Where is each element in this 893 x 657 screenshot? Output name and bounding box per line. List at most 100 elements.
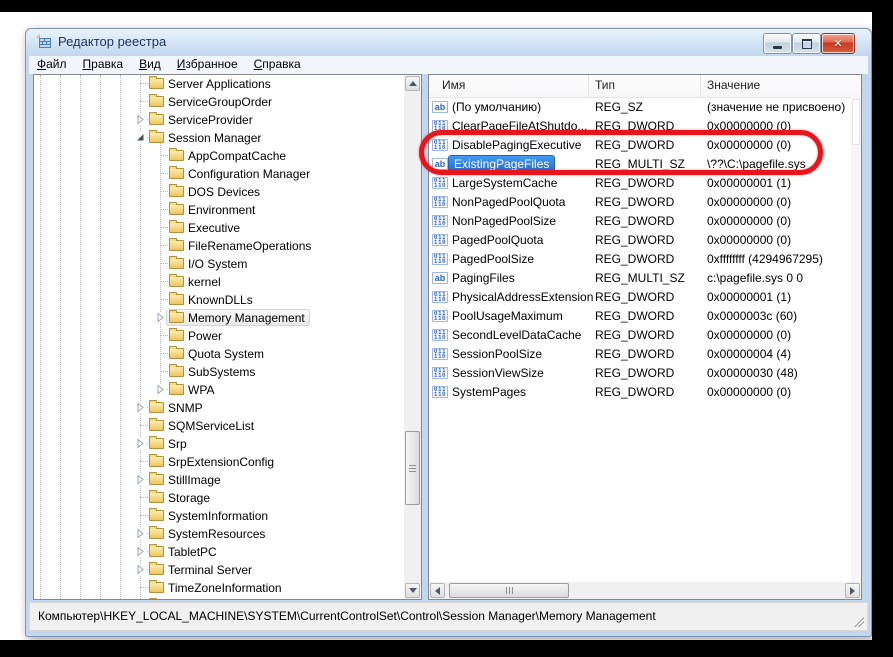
value-row-poolusagemaximum[interactable]: 011 110 PoolUsageMaximum REG_DWORD 0x0000003… [429, 307, 851, 326]
minimize-button[interactable] [763, 33, 792, 54]
value-name: SessionPoolSize [452, 347, 543, 361]
tree-vertical-scrollbar[interactable] [404, 75, 421, 599]
tree-item-snmp[interactable]: SNMP [146, 399, 208, 416]
tree-item-quota-system[interactable]: Quota System [166, 345, 269, 362]
scroll-up-button[interactable] [405, 76, 420, 91]
list-vertical-scrollbar[interactable] [851, 97, 861, 582]
tree-item-systeminformation[interactable]: SystemInformation [146, 507, 273, 524]
dword-value-icon: 011 110 [432, 329, 448, 341]
value-row-sessionpoolsize[interactable]: 011 110 SessionPoolSize REG_DWORD 0x00000004… [429, 345, 851, 364]
dword-value-icon: 011 110 [432, 348, 448, 360]
value-data: 0x00000000 (0) [707, 138, 792, 152]
value-name: PagingFiles [452, 271, 515, 285]
value-row-disablepagingexecutive[interactable]: 011 110 DisablePagingExecutive REG_DWORD 0x0… [429, 136, 851, 155]
tree-item-tabletpc[interactable]: TabletPC [146, 543, 222, 560]
tree-item-label: FileRenameOperations [188, 238, 312, 253]
tree-item-knowndlls[interactable]: KnownDLLs [166, 291, 258, 308]
folder-icon [149, 472, 164, 485]
list-scrollbar-thumb[interactable] [449, 583, 569, 598]
tree-item-configuration-manager[interactable]: Configuration Manager [166, 165, 315, 182]
tree-item-label: SNMP [168, 400, 203, 415]
folder-icon [169, 238, 184, 251]
tree-item-servicegrouporder[interactable]: ServiceGroupOrder [146, 93, 277, 110]
value-row-largesystemcache[interactable]: 011 110 LargeSystemCache REG_DWORD 0x0000000… [429, 174, 851, 193]
menu-item-4[interactable]: Справка [246, 56, 309, 74]
tree-item-storage[interactable]: Storage [146, 489, 215, 506]
expand-arrow-icon[interactable] [155, 384, 166, 395]
tree-scrollbar-thumb[interactable] [405, 431, 420, 505]
value-data: 0x00000000 (0) [707, 195, 792, 209]
column-header-0[interactable]: Имя [429, 75, 589, 97]
resize-grip[interactable] [852, 615, 864, 627]
folder-icon [149, 436, 164, 449]
value-type: REG_DWORD [595, 138, 675, 152]
tree-item-srpextensionconfig[interactable]: SrpExtensionConfig [146, 453, 279, 470]
arrow-left-icon [435, 586, 440, 595]
expand-arrow-icon[interactable] [155, 312, 166, 323]
tree-guide-line [80, 75, 82, 599]
value-row-physicaladdressextension[interactable]: 011 110 PhysicalAddressExtension REG_DWORD 0… [429, 288, 851, 307]
tree-item-memory-management[interactable]: Memory Management [166, 309, 310, 326]
menu-bar: Файл Правка Вид Избранное Справка [29, 56, 868, 74]
tree-item-wpa[interactable]: WPA [166, 381, 219, 398]
folder-icon [169, 166, 184, 179]
folder-icon [149, 76, 164, 89]
value-row-secondleveldatacache[interactable]: 011 110 SecondLevelDataCache REG_DWORD 0x000… [429, 326, 851, 345]
value-row-existingpagefiles[interactable]: ab ExistingPageFiles REG_MULTI_SZ \??\C:\pa… [429, 155, 851, 174]
expand-arrow-icon[interactable] [135, 474, 146, 485]
list-vscrollbar-thumb[interactable] [852, 99, 860, 145]
tree-item-srp[interactable]: Srp [146, 435, 192, 452]
value-name: NonPagedPoolQuota [452, 195, 566, 209]
tree-item-sqmservicelist[interactable]: SQMServiceList [146, 417, 259, 434]
value-row-pagedpoolquota[interactable]: 011 110 PagedPoolQuota REG_DWORD 0x00000000 … [429, 231, 851, 250]
value-row-pagingfiles[interactable]: ab PagingFiles REG_MULTI_SZ c:\pagefile.sys… [429, 269, 851, 288]
expand-arrow-icon[interactable] [135, 564, 146, 575]
tree-item-power[interactable]: Power [166, 327, 227, 344]
tree-item-appcompatcache[interactable]: AppCompatCache [166, 147, 291, 164]
expand-arrow-icon[interactable] [135, 402, 146, 413]
tree-item-systemresources[interactable]: SystemResources [146, 525, 270, 542]
expand-arrow-icon[interactable] [135, 528, 146, 539]
folder-icon [169, 148, 184, 161]
tree-item-filerenameoperations[interactable]: FileRenameOperations [166, 237, 316, 254]
expand-arrow-icon[interactable] [135, 438, 146, 449]
list-horizontal-scrollbar[interactable] [429, 582, 861, 599]
expand-arrow-icon[interactable] [135, 114, 146, 125]
value-row-clearpagefileatshutdo-[interactable]: 011 110 ClearPageFileAtShutdo... REG_DWORD 0… [429, 117, 851, 136]
column-header-1[interactable]: Тип [589, 75, 701, 97]
tree-item-timezoneinformation[interactable]: TimeZoneInformation [146, 579, 287, 596]
menu-item-1[interactable]: Правка [75, 56, 132, 74]
dword-value-icon: 011 110 [432, 196, 448, 208]
tree-item-stillimage[interactable]: StillImage [146, 471, 226, 488]
menu-item-3[interactable]: Избранное [169, 56, 246, 74]
scroll-left-button[interactable] [430, 583, 445, 598]
tree-item-kernel[interactable]: kernel [166, 273, 226, 290]
value-row-sessionviewsize[interactable]: 011 110 SessionViewSize REG_DWORD 0x00000030… [429, 364, 851, 383]
value-row-pagedpoolsize[interactable]: 011 110 PagedPoolSize REG_DWORD 0xffffffff (… [429, 250, 851, 269]
tree-item-terminal-server[interactable]: Terminal Server [146, 561, 257, 578]
value-row-nonpagedpoolsize[interactable]: 011 110 NonPagedPoolSize REG_DWORD 0x0000000… [429, 212, 851, 231]
tree-item-session-manager[interactable]: Session Manager [146, 129, 266, 146]
tree-item-executive[interactable]: Executive [166, 219, 245, 236]
scroll-right-button[interactable] [845, 583, 860, 598]
menu-item-2[interactable]: Вид [131, 56, 169, 74]
tree-item-environment[interactable]: Environment [166, 201, 260, 218]
value-row-nonpagedpoolquota[interactable]: 011 110 NonPagedPoolQuota REG_DWORD 0x000000… [429, 193, 851, 212]
value-data: 0x00000000 (0) [707, 119, 792, 133]
menu-item-0[interactable]: Файл [29, 56, 75, 74]
close-button[interactable]: ✕ [821, 33, 855, 54]
tree-item-subsystems[interactable]: SubSystems [166, 363, 260, 380]
tree-item-partial[interactable] [146, 597, 173, 599]
tree-item-server-applications[interactable]: Server Applications [146, 75, 276, 92]
tree-item-serviceprovider[interactable]: ServiceProvider [146, 111, 258, 128]
expand-arrow-icon[interactable] [135, 546, 146, 557]
tree-item-i-o-system[interactable]: I/O System [166, 255, 252, 272]
value-row-systempages[interactable]: 011 110 SystemPages REG_DWORD 0x00000000 (0) [429, 383, 851, 402]
folder-icon [169, 310, 184, 323]
tree-item-dos-devices[interactable]: DOS Devices [166, 183, 265, 200]
scroll-down-button[interactable] [405, 583, 420, 598]
column-header-2[interactable]: Значение [701, 75, 861, 97]
value-row--[interactable]: ab (По умолчанию) REG_SZ (значение не присв… [429, 98, 851, 117]
collapse-arrow-icon[interactable] [135, 132, 146, 143]
maximize-button[interactable] [792, 33, 821, 54]
